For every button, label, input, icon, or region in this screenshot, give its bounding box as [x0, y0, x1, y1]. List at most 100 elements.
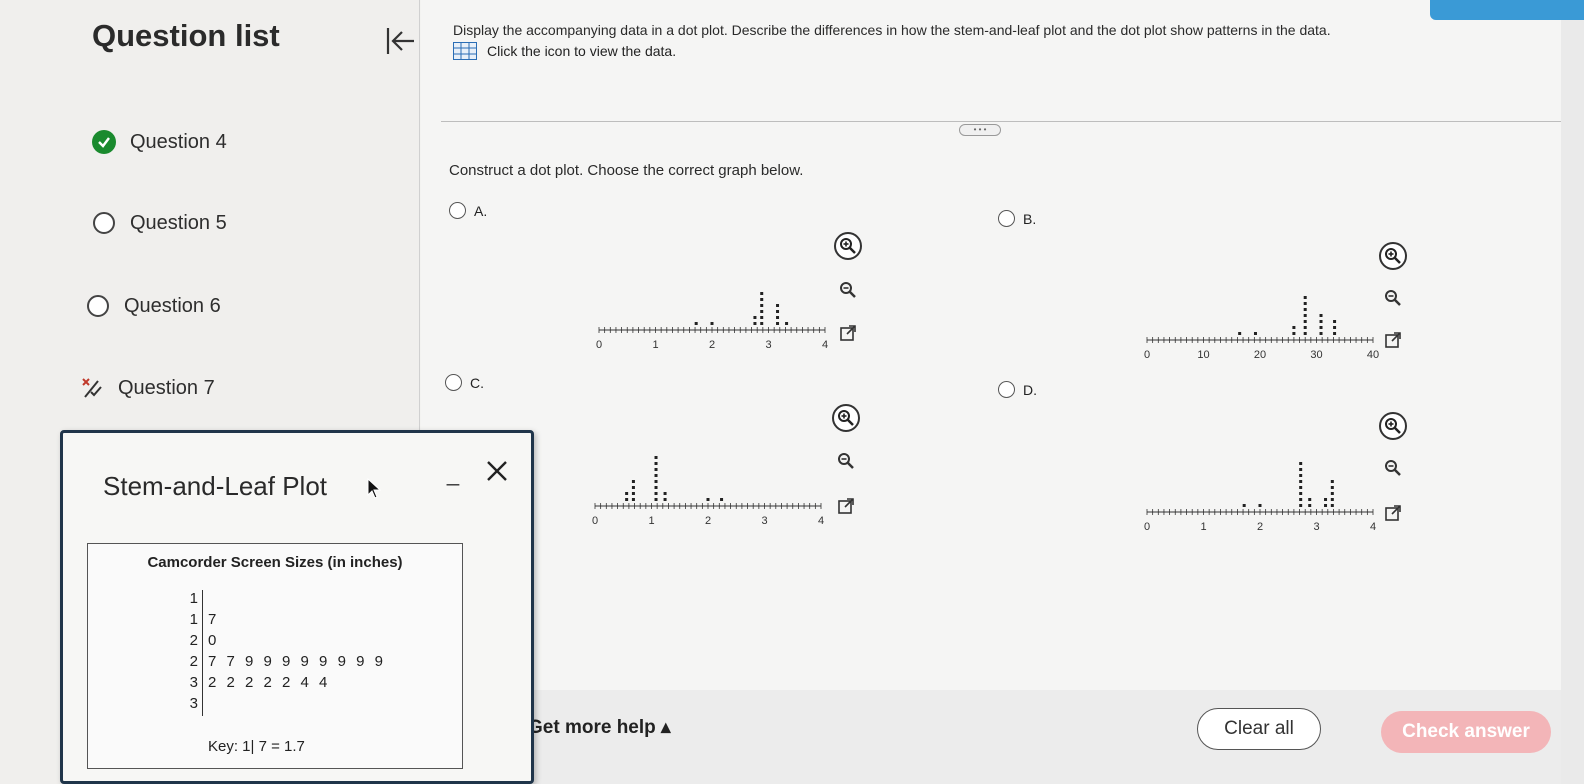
dot	[1324, 504, 1328, 507]
option-d[interactable]: D.	[998, 381, 1037, 398]
option-c-radio[interactable]	[445, 374, 462, 391]
option-a-zoom-out-icon[interactable]	[834, 276, 862, 304]
option-a-dot-plot: 0 1 2 3 4	[596, 292, 828, 351]
section-divider	[441, 121, 1561, 122]
dot	[1330, 504, 1334, 507]
dot	[1330, 480, 1334, 483]
dot	[1319, 326, 1323, 329]
sidebar-item-question-5[interactable]: Question 5	[92, 211, 227, 235]
option-a-open-new-window-icon[interactable]	[834, 319, 862, 347]
option-c-zoom-in-icon[interactable]	[832, 404, 860, 432]
dot	[1299, 504, 1303, 507]
dot	[1308, 498, 1312, 501]
resize-handle[interactable]: • • •	[959, 124, 1001, 136]
tick-label: 2	[705, 515, 711, 527]
close-icon[interactable]	[481, 455, 513, 487]
tick-label: 4	[822, 339, 828, 351]
option-b[interactable]: B.	[998, 210, 1036, 227]
check-answer-button[interactable]: Check answer	[1381, 711, 1551, 753]
dot	[760, 322, 764, 325]
dot	[1292, 332, 1296, 335]
tick-label: 4	[1370, 521, 1376, 533]
option-a[interactable]: A.	[449, 202, 487, 219]
minimize-button[interactable]: _	[443, 461, 463, 486]
dot	[1303, 302, 1307, 305]
dot	[760, 304, 764, 307]
question-panel: Display the accompanying data in a dot p…	[421, 0, 1561, 690]
stem-and-leaf-popup: Stem-and-Leaf Plot _ Camcorder Screen Si…	[60, 430, 534, 784]
sidebar-item-question-4[interactable]: Question 4	[92, 130, 227, 154]
dot	[663, 498, 667, 501]
dot	[1319, 332, 1323, 335]
leaves: 7	[208, 611, 220, 628]
sidebar-item-question-6[interactable]: Question 6	[86, 294, 221, 318]
option-d-zoom-out-icon[interactable]	[1379, 454, 1407, 482]
dot	[1253, 332, 1257, 335]
dot	[1303, 314, 1307, 317]
dot	[1299, 498, 1303, 501]
option-d-zoom-in-icon[interactable]	[1379, 412, 1407, 440]
collapse-sidebar-icon[interactable]	[383, 24, 417, 58]
dot	[654, 474, 658, 477]
dot	[776, 310, 780, 313]
dot	[631, 486, 635, 489]
dot	[1303, 332, 1307, 335]
stem: 2	[189, 653, 198, 670]
dot	[1242, 504, 1246, 507]
option-c-open-new-window-icon[interactable]	[832, 492, 860, 520]
empty-circle-icon	[92, 211, 116, 235]
dot	[785, 322, 789, 325]
option-a-radio[interactable]	[449, 202, 466, 219]
action-bar: Get more help ▴ Clear all Check answer	[421, 690, 1561, 784]
option-a-zoom-in-icon[interactable]	[834, 232, 862, 260]
tick-label: 4	[818, 515, 824, 527]
tick-label: 10	[1197, 349, 1209, 361]
instruction-text: Construct a dot plot. Choose the correct…	[449, 162, 804, 179]
dot	[1299, 474, 1303, 477]
dot	[1330, 486, 1334, 489]
view-data-link[interactable]: Click the icon to view the data.	[453, 42, 676, 60]
option-d-open-new-window-icon[interactable]	[1379, 499, 1407, 527]
option-b-radio[interactable]	[998, 210, 1015, 227]
dot	[654, 498, 658, 501]
leaves: 7 7 9 9 9 9 9 9 9 9	[208, 653, 386, 670]
question-label: Question 6	[124, 294, 221, 317]
dot	[753, 322, 757, 325]
dot	[1292, 326, 1296, 329]
dot	[1258, 504, 1262, 507]
option-b-zoom-in-icon[interactable]	[1379, 242, 1407, 270]
stem-row: 1	[182, 590, 208, 611]
dot	[1238, 332, 1242, 335]
view-data-label: Click the icon to view the data.	[487, 43, 677, 59]
dot	[1333, 332, 1337, 335]
option-b-open-new-window-icon[interactable]	[1379, 326, 1407, 354]
dot	[710, 322, 714, 325]
stem: 3	[189, 695, 198, 712]
data-table-icon[interactable]	[453, 42, 477, 60]
option-d-radio[interactable]	[998, 381, 1015, 398]
dot	[631, 492, 635, 495]
dot	[631, 480, 635, 483]
clear-all-button[interactable]: Clear all	[1197, 708, 1321, 750]
leaves: 2 2 2 2 2 4 4	[208, 674, 331, 691]
tick-label: 1	[652, 339, 658, 351]
dot	[663, 492, 667, 495]
popup-title: Stem-and-Leaf Plot	[103, 471, 328, 501]
dot	[706, 498, 710, 501]
option-b-zoom-out-icon[interactable]	[1379, 284, 1407, 312]
dot	[1299, 480, 1303, 483]
sidebar-item-question-7[interactable]: Question 7	[80, 376, 215, 400]
dot	[1303, 326, 1307, 329]
tick-label: 30	[1310, 349, 1322, 361]
dot	[694, 322, 698, 325]
tick-label: 1	[648, 515, 654, 527]
option-c-zoom-out-icon[interactable]	[832, 447, 860, 475]
dot	[654, 462, 658, 465]
get-more-help-button[interactable]: Get more help ▴	[528, 716, 671, 739]
tick-label: 3	[1313, 521, 1319, 533]
dot	[776, 316, 780, 319]
tick-label: 1	[1200, 521, 1206, 533]
dot	[760, 292, 764, 295]
option-c[interactable]: C.	[445, 374, 484, 391]
tick-label: 3	[761, 515, 767, 527]
